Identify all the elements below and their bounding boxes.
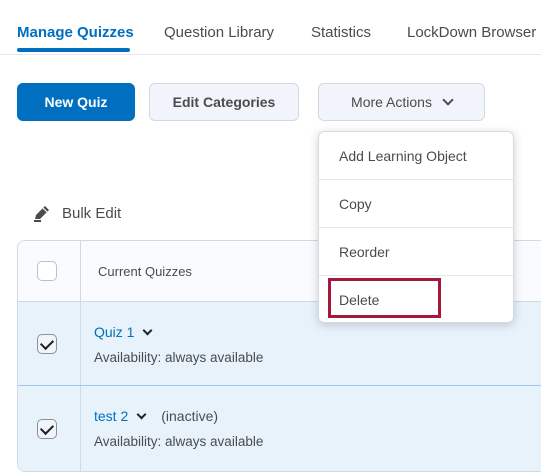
more-actions-label: More Actions xyxy=(351,94,432,110)
quiz-title-link[interactable]: Quiz 1 xyxy=(94,324,153,340)
new-quiz-label: New Quiz xyxy=(44,94,108,110)
tab-question-library[interactable]: Question Library xyxy=(164,24,274,41)
availability-text: Availability: always available xyxy=(94,350,264,365)
tab-statistics[interactable]: Statistics xyxy=(311,24,371,41)
more-actions-button[interactable]: More Actions xyxy=(318,83,485,121)
chevron-down-icon[interactable] xyxy=(136,409,147,419)
availability-text: Availability: always available xyxy=(94,434,264,449)
tab-manage-quizzes[interactable]: Manage Quizzes xyxy=(17,24,134,41)
table-row: test 2 (inactive) Availability: always a… xyxy=(18,386,541,471)
checkmark-icon xyxy=(39,335,55,351)
row-checkbox[interactable] xyxy=(37,334,57,354)
quiz-title-link[interactable]: test 2 (inactive) xyxy=(94,408,218,424)
menu-item-label: Copy xyxy=(339,195,372,212)
menu-item-label: Add Learning Object xyxy=(339,147,467,164)
delete-highlight-box xyxy=(328,278,441,318)
quiz-title: Quiz 1 xyxy=(94,324,135,340)
bulk-edit-label: Bulk Edit xyxy=(62,204,122,222)
menu-item-copy[interactable]: Copy xyxy=(319,180,513,228)
edit-categories-button[interactable]: Edit Categories xyxy=(149,83,299,121)
checkmark-icon xyxy=(39,420,55,436)
tab-bar: Manage Quizzes Question Library Statisti… xyxy=(0,0,541,55)
status-inactive: (inactive) xyxy=(161,408,219,424)
edit-categories-label: Edit Categories xyxy=(172,94,276,110)
bulk-edit-button[interactable]: Bulk Edit xyxy=(32,203,121,223)
chevron-down-icon[interactable] xyxy=(143,325,153,335)
active-tab-indicator xyxy=(17,48,130,52)
menu-item-reorder[interactable]: Reorder xyxy=(319,228,513,276)
row-checkbox[interactable] xyxy=(37,419,57,439)
tab-lockdown-browser[interactable]: LockDown Browser xyxy=(407,24,536,41)
menu-item-add-learning-object[interactable]: Add Learning Object xyxy=(319,132,513,180)
quiz-title: test 2 xyxy=(94,408,129,424)
new-quiz-button[interactable]: New Quiz xyxy=(17,83,135,121)
pencil-icon xyxy=(34,206,49,222)
column-header-current-quizzes: Current Quizzes xyxy=(98,264,192,279)
menu-item-label: Reorder xyxy=(339,243,390,260)
select-all-checkbox[interactable] xyxy=(37,261,57,281)
chevron-down-icon xyxy=(442,94,454,106)
